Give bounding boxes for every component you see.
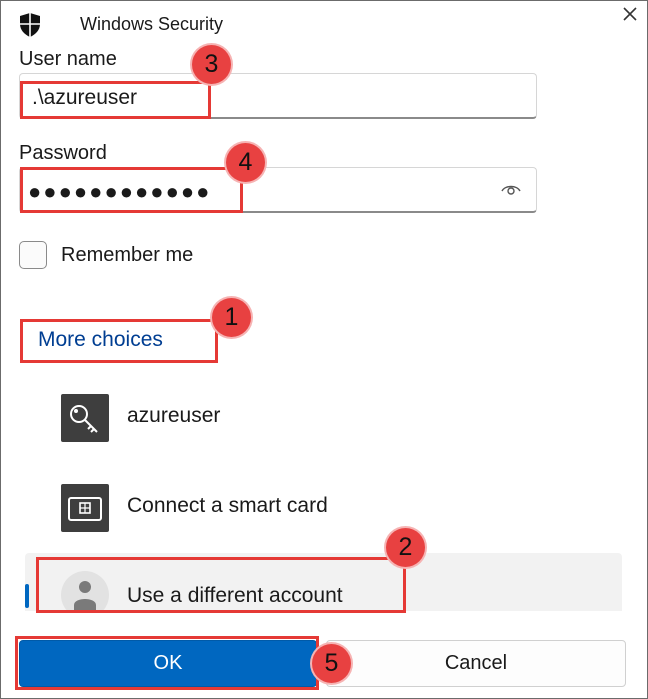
key-icon [61,394,109,442]
shield-icon [20,13,40,37]
callout-different-account-box [36,557,406,613]
callout-badge-3: 3 [192,45,231,84]
selection-indicator [25,584,29,608]
remember-me-checkbox[interactable] [19,241,47,269]
callout-more-choices-box [20,319,218,363]
callout-badge-5: 5 [312,644,351,683]
option-smart-card-label: Connect a smart card [127,494,328,517]
option-azureuser[interactable] [25,389,622,447]
callout-badge-1: 1 [212,298,251,337]
window-title: Windows Security [80,14,224,34]
username-label: User name [19,48,117,70]
cancel-button[interactable]: Cancel [326,640,626,687]
callout-ok-box [15,636,319,690]
callout-badge-4: 4 [226,143,265,182]
smart-card-icon [61,484,109,532]
password-label: Password [19,142,107,164]
callout-badge-2: 2 [386,528,425,567]
reveal-password-icon[interactable] [501,182,521,196]
callout-username-box [20,81,211,119]
close-icon[interactable] [616,2,644,28]
windows-security-dialog: Windows Security User name .\azureuser P… [0,0,648,699]
remember-me-label: Remember me [61,244,194,266]
option-azureuser-label: azureuser [127,404,221,427]
callout-password-box [20,167,243,213]
